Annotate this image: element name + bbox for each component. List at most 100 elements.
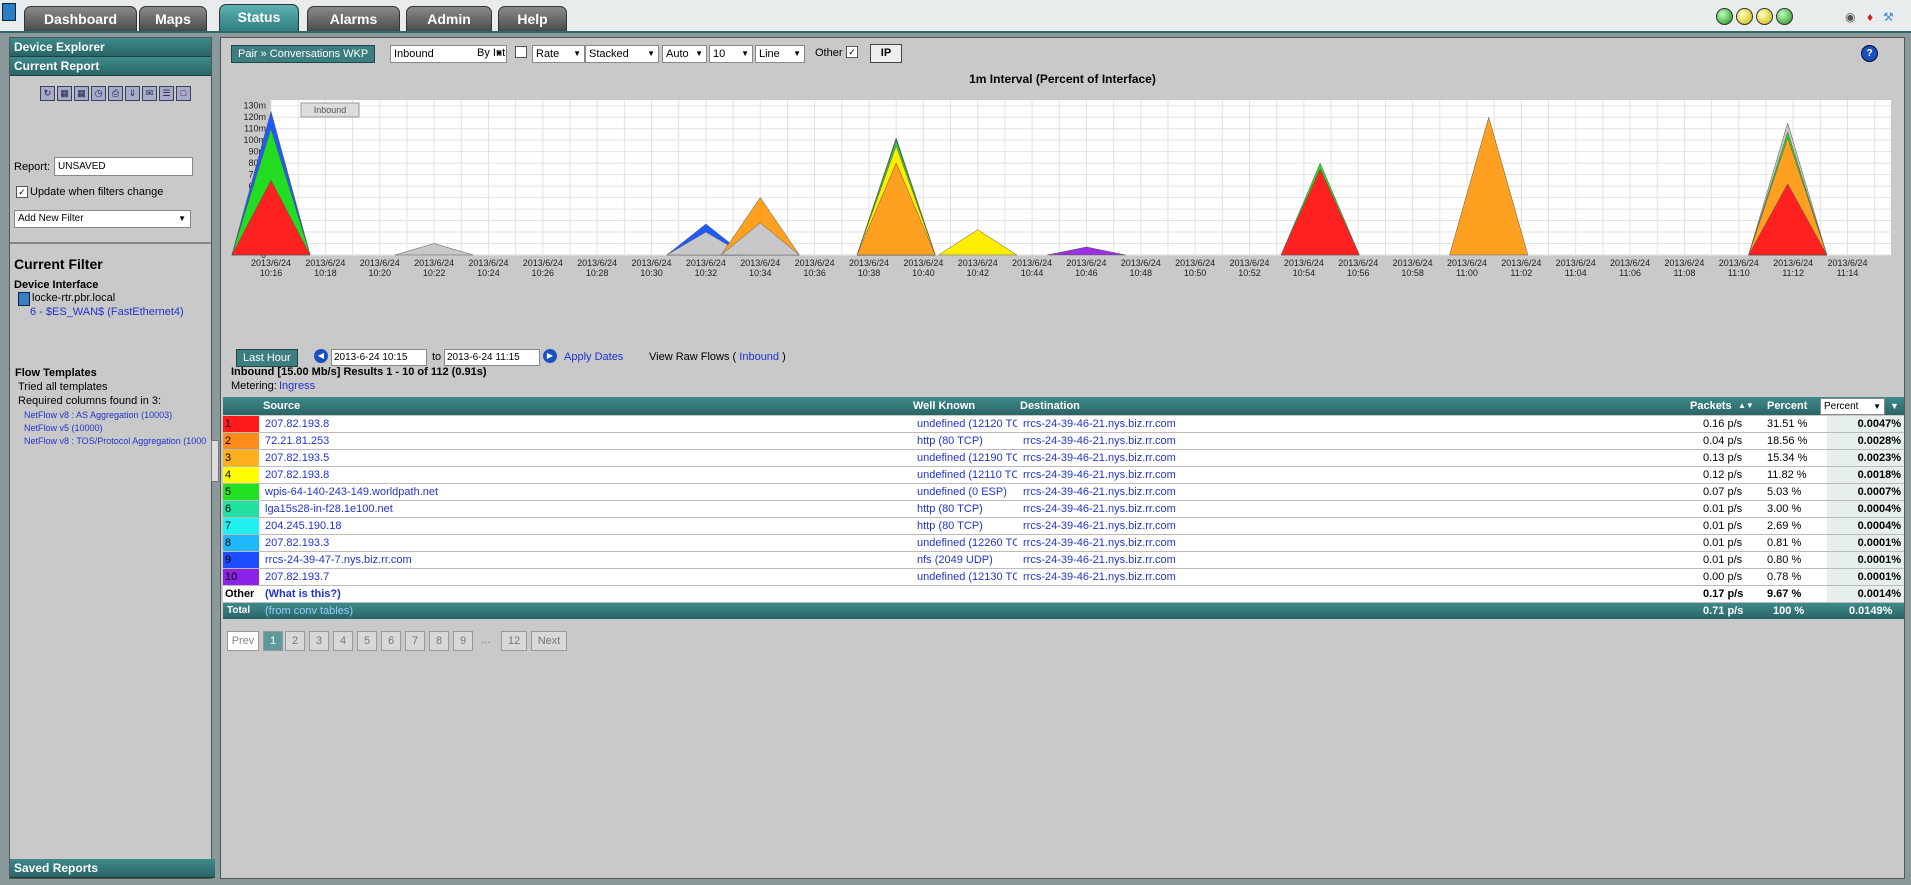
source-link[interactable]: 72.21.81.253 bbox=[265, 433, 329, 449]
status-yellow-icon[interactable] bbox=[1756, 8, 1773, 25]
well-known-link[interactable]: undefined (12190 TC bbox=[917, 450, 1017, 466]
from-conv-tables-link[interactable]: (from conv tables) bbox=[265, 603, 353, 619]
what-is-this-link[interactable]: (What is this?) bbox=[265, 586, 341, 602]
well-known-link[interactable]: undefined (12130 TC bbox=[917, 569, 1017, 585]
rate-select[interactable]: Rate ▼ bbox=[532, 45, 585, 63]
ip-button[interactable]: IP bbox=[870, 44, 902, 63]
table-row[interactable]: 7 204.245.190.18 http (80 TCP) rrcs-24-39-4… bbox=[223, 518, 1904, 535]
status-yellow-icon[interactable] bbox=[1736, 8, 1753, 25]
tab-dashboard[interactable]: Dashboard bbox=[24, 6, 137, 31]
from-date-input[interactable]: 2013-6-24 10:15 bbox=[331, 349, 427, 366]
page-12-button[interactable]: 12 bbox=[501, 631, 527, 651]
save-icon[interactable]: ▦ bbox=[57, 86, 72, 101]
source-link[interactable]: 207.82.193.8 bbox=[265, 416, 329, 432]
table-row[interactable]: 6 lga15s28-in-f28.1e100.net http (80 TCP) r… bbox=[223, 501, 1904, 518]
page-7-button[interactable]: 7 bbox=[405, 631, 425, 651]
page-1-button[interactable]: 1 bbox=[263, 631, 283, 651]
apply-dates-link[interactable]: Apply Dates bbox=[564, 351, 623, 363]
other-checkbox[interactable]: ✓ bbox=[846, 46, 858, 58]
source-link[interactable]: wpis-64-140-243-149.worldpath.net bbox=[265, 484, 438, 500]
page-5-button[interactable]: 5 bbox=[357, 631, 377, 651]
status-green-icon[interactable] bbox=[1776, 8, 1793, 25]
destination-link[interactable]: rrcs-24-39-46-21.nys.biz.rr.com bbox=[1023, 433, 1176, 449]
table-row[interactable]: 4 207.82.193.8 undefined (12110 TC rrcs-24-… bbox=[223, 467, 1904, 484]
destination-link[interactable]: rrcs-24-39-46-21.nys.biz.rr.com bbox=[1023, 501, 1176, 517]
schedule-icon[interactable]: ◷ bbox=[91, 86, 106, 101]
percent-mode-select[interactable]: Percent ▼ bbox=[1820, 398, 1885, 415]
source-link[interactable]: 207.82.193.5 bbox=[265, 450, 329, 466]
tab-status[interactable]: Status bbox=[219, 4, 299, 31]
raw-flows-link[interactable]: Inbound bbox=[739, 351, 779, 363]
interface-link[interactable]: 6 - $ES_WAN$ (FastEthernet4) bbox=[30, 306, 184, 318]
update-checkbox[interactable]: ✓ bbox=[16, 186, 28, 198]
sort-icon[interactable]: ▲▼ bbox=[1738, 397, 1754, 415]
source-link[interactable]: 207.82.193.8 bbox=[265, 467, 329, 483]
table-row[interactable]: 5 wpis-64-140-243-149.worldpath.net undefi… bbox=[223, 484, 1904, 501]
tools-icon[interactable]: ⚒ bbox=[1883, 10, 1894, 24]
count-select[interactable]: 10 ▼ bbox=[709, 45, 753, 63]
print-icon[interactable]: ⎙ bbox=[108, 86, 123, 101]
tab-admin[interactable]: Admin bbox=[406, 6, 492, 31]
prev-page-button[interactable]: Prev bbox=[227, 631, 259, 651]
well-known-link[interactable]: http (80 TCP) bbox=[917, 433, 1017, 449]
destination-link[interactable]: rrcs-24-39-46-21.nys.biz.rr.com bbox=[1023, 416, 1176, 432]
table-row[interactable]: 2 72.21.81.253 http (80 TCP) rrcs-24-39-46-… bbox=[223, 433, 1904, 450]
well-known-link[interactable]: undefined (12120 TC bbox=[917, 416, 1017, 432]
well-known-link[interactable]: http (80 TCP) bbox=[917, 518, 1017, 534]
well-known-link[interactable]: http (80 TCP) bbox=[917, 501, 1017, 517]
last-hour-button[interactable]: Last Hour bbox=[236, 349, 298, 367]
status-green-icon[interactable] bbox=[1716, 8, 1733, 25]
other-row[interactable]: Other (What is this?) 0.17 p/s 9.67 % 0.0014… bbox=[223, 586, 1904, 603]
source-link[interactable]: 207.82.193.3 bbox=[265, 535, 329, 551]
header-well-known[interactable]: Well Known bbox=[913, 397, 975, 415]
destination-link[interactable]: rrcs-24-39-46-21.nys.biz.rr.com bbox=[1023, 552, 1176, 568]
page-8-button[interactable]: 8 bbox=[429, 631, 449, 651]
stacked-select[interactable]: Stacked ▼ bbox=[585, 45, 659, 63]
destination-link[interactable]: rrcs-24-39-46-21.nys.biz.rr.com bbox=[1023, 484, 1176, 500]
table-row[interactable]: 10 207.82.193.7 undefined (12130 TC rrcs-24… bbox=[223, 569, 1904, 586]
metering-value[interactable]: Ingress bbox=[279, 380, 315, 392]
tab-help[interactable]: Help bbox=[498, 6, 567, 31]
csv-icon[interactable]: ☰ bbox=[159, 86, 174, 101]
destination-link[interactable]: rrcs-24-39-46-21.nys.biz.rr.com bbox=[1023, 535, 1176, 551]
next-range-icon[interactable]: ▶ bbox=[543, 349, 557, 363]
table-row[interactable]: 8 207.82.193.3 undefined (12260 TC rrcs-24-… bbox=[223, 535, 1904, 552]
pair-conversations-button[interactable]: Pair » Conversations WKP bbox=[231, 45, 376, 63]
template-link[interactable]: NetFlow v5 (10000) bbox=[24, 423, 103, 433]
next-page-button[interactable]: Next bbox=[531, 631, 567, 651]
page-4-button[interactable]: 4 bbox=[333, 631, 353, 651]
destination-link[interactable]: rrcs-24-39-46-21.nys.biz.rr.com bbox=[1023, 467, 1176, 483]
device-name[interactable]: locke-rtr.pbr.local bbox=[32, 292, 115, 304]
well-known-link[interactable]: undefined (0 ESP) bbox=[917, 484, 1017, 500]
template-link[interactable]: NetFlow v8 : AS Aggregation (10003) bbox=[24, 410, 172, 420]
table-row[interactable]: 3 207.82.193.5 undefined (12190 TC rrcs-24-… bbox=[223, 450, 1904, 467]
source-link[interactable]: 204.245.190.18 bbox=[265, 518, 341, 534]
add-filter-select[interactable]: Add New Filter ▼ bbox=[14, 210, 191, 228]
auto-select[interactable]: Auto ▼ bbox=[662, 45, 707, 63]
header-percent[interactable]: Percent bbox=[1767, 397, 1807, 415]
line-select[interactable]: Line ▼ bbox=[755, 45, 805, 63]
device-explorer-header[interactable]: Device Explorer bbox=[10, 38, 211, 57]
help-icon[interactable]: ? bbox=[1861, 45, 1878, 62]
page-2-button[interactable]: 2 bbox=[285, 631, 305, 651]
destination-link[interactable]: rrcs-24-39-46-21.nys.biz.rr.com bbox=[1023, 450, 1176, 466]
destination-link[interactable]: rrcs-24-39-46-21.nys.biz.rr.com bbox=[1023, 569, 1176, 585]
source-link[interactable]: 207.82.193.7 bbox=[265, 569, 329, 585]
save-as-icon[interactable]: ▦ bbox=[74, 86, 89, 101]
source-link[interactable]: lga15s28-in-f28.1e100.net bbox=[265, 501, 393, 517]
alert-icon[interactable]: ♦ bbox=[1867, 10, 1873, 24]
well-known-link[interactable]: nfs (2049 UDP) bbox=[917, 552, 1017, 568]
to-date-input[interactable]: 2013-6-24 11:15 bbox=[444, 349, 540, 366]
export-icon[interactable]: ⇓ bbox=[125, 86, 140, 101]
table-row[interactable]: 1 207.82.193.8 undefined (12120 TC rrcs-24-… bbox=[223, 416, 1904, 433]
binoculars-icon[interactable]: ◉ bbox=[1845, 10, 1855, 24]
page-3-button[interactable]: 3 bbox=[309, 631, 329, 651]
sidebar-collapse-handle[interactable] bbox=[211, 440, 219, 482]
saved-reports-header[interactable]: Saved Reports bbox=[10, 859, 215, 878]
header-source[interactable]: Source bbox=[263, 397, 300, 415]
well-known-link[interactable]: undefined (12110 TC bbox=[917, 467, 1017, 483]
by-int-checkbox[interactable] bbox=[515, 46, 527, 58]
pdf-icon[interactable]: □ bbox=[176, 86, 191, 101]
column-menu-icon[interactable]: ▼ bbox=[1890, 397, 1899, 415]
table-row[interactable]: 9 rrcs-24-39-47-7.nys.biz.rr.com nfs (2049… bbox=[223, 552, 1904, 569]
